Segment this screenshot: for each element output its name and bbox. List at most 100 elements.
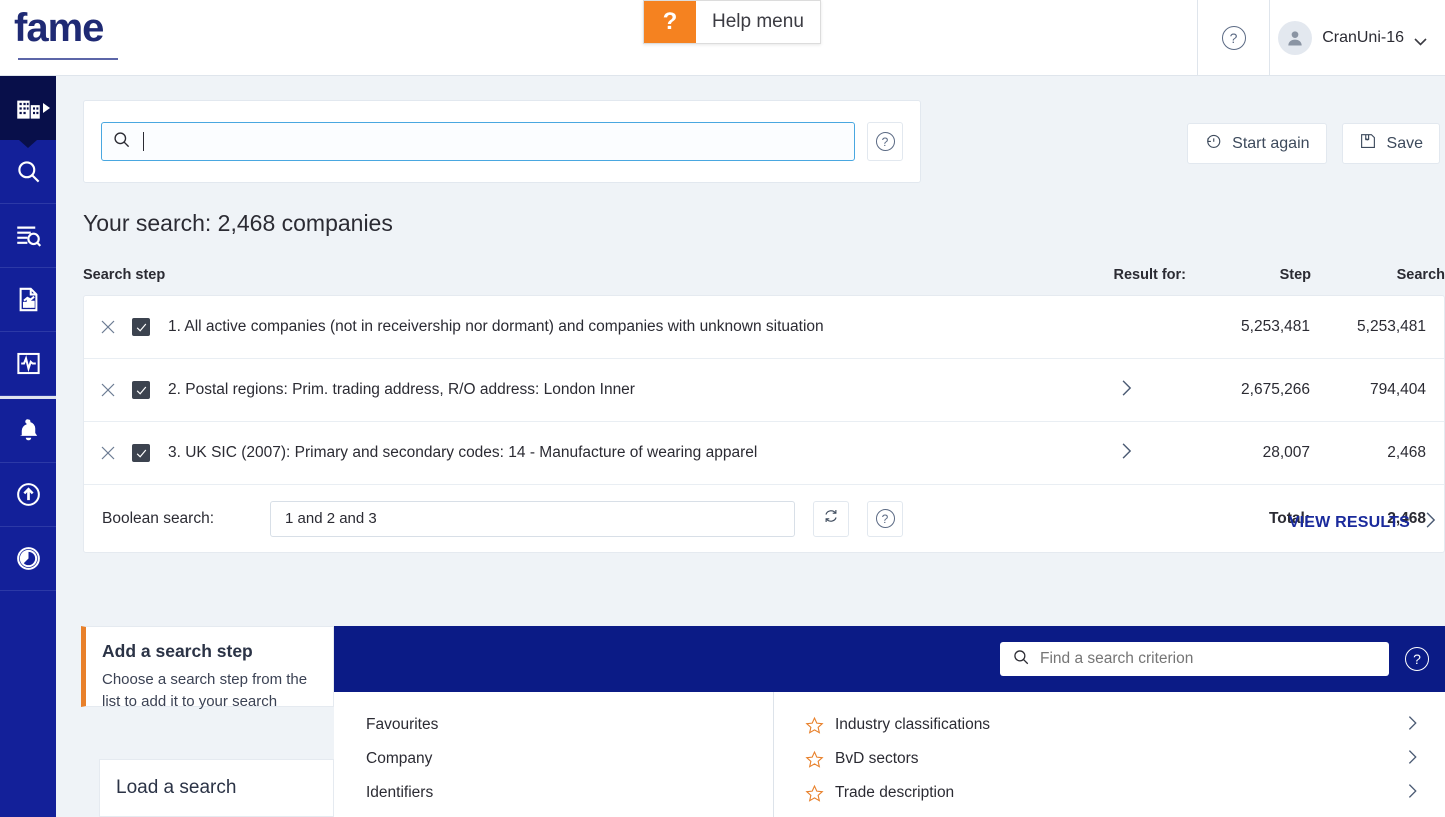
load-search-title: Load a search [116, 777, 236, 799]
column-header-step: Step [1186, 267, 1311, 283]
save-label: Save [1387, 135, 1423, 153]
sidebar-item-alerts[interactable] [0, 399, 56, 463]
category-label: Company [366, 750, 773, 768]
step-checkbox[interactable] [132, 381, 150, 399]
step-label: 2. Postal regions: Prim. trading address… [150, 381, 1067, 399]
search-help-button[interactable]: ? [867, 122, 903, 161]
list-item[interactable]: Industry classifications [774, 708, 1445, 742]
user-name: CranUni-16 [1322, 29, 1404, 47]
refresh-icon [822, 507, 840, 530]
criteria-lists: Favourites Company Identifiers Industry [334, 692, 1445, 817]
step-label: 1. All active companies (not in receiver… [150, 318, 1067, 336]
list-item[interactable]: Identifiers [334, 776, 773, 810]
help-menu-tooltip[interactable]: ? Help menu [643, 0, 821, 44]
refresh-boolean-button[interactable] [813, 501, 849, 537]
main-content: ? Start again Save Your search: 2,468 co… [56, 76, 1445, 817]
add-step-subtitle: Choose a search step from the list to ad… [102, 669, 317, 713]
chevron-right-icon [1420, 510, 1440, 535]
view-results-link[interactable]: VIEW RESULTS [1289, 510, 1440, 535]
sidebar-item-reports[interactable] [0, 268, 56, 332]
step-count: 28,007 [1185, 444, 1310, 462]
chevron-right-icon[interactable] [1403, 714, 1421, 737]
search-input[interactable] [144, 133, 844, 150]
step-count: 2,675,266 [1185, 381, 1310, 399]
add-search-step-section: Add a search step Choose a search step f… [81, 626, 1445, 817]
search-input-wrapper[interactable] [101, 122, 855, 161]
sidebar-item-upload[interactable] [0, 463, 56, 527]
search-icon [112, 130, 131, 154]
boolean-search-input[interactable] [270, 501, 795, 537]
header-help-button[interactable]: ? [1197, 0, 1270, 75]
criteria-panel: ? Favourites Company Identifiers [334, 626, 1445, 817]
subcategory-label: Trade description [835, 784, 1403, 802]
save-button[interactable]: Save [1342, 123, 1440, 164]
star-icon[interactable] [805, 716, 824, 735]
star-icon[interactable] [805, 750, 824, 769]
remove-step-button[interactable] [84, 444, 132, 462]
logo-underline [18, 58, 118, 60]
list-item[interactable]: BvD sectors [774, 742, 1445, 776]
step-checkbox[interactable] [132, 444, 150, 462]
help-circle-icon: ? [876, 509, 895, 528]
avatar [1278, 21, 1312, 55]
sidebar-item-search[interactable] [0, 140, 56, 204]
column-header-search: Search [1311, 267, 1445, 283]
top-actions: Start again Save [1187, 123, 1440, 164]
add-a-search-step-card: Add a search step Choose a search step f… [81, 626, 334, 707]
list-item[interactable]: Company [334, 742, 773, 776]
chevron-right-icon [1116, 378, 1136, 403]
list-item[interactable]: Favourites [334, 708, 773, 742]
question-mark-icon: ? [644, 1, 696, 43]
chevron-right-icon[interactable] [1403, 748, 1421, 771]
remove-step-button[interactable] [84, 318, 132, 336]
table-row: 1. All active companies (not in receiver… [84, 296, 1444, 359]
column-header-search-step: Search step [83, 267, 1068, 283]
table-header: Search step Result for: Step Search [83, 267, 1445, 283]
subcategory-label: BvD sectors [835, 750, 1403, 768]
list-item[interactable]: Trade description [774, 776, 1445, 810]
search-steps-table: 1. All active companies (not in receiver… [83, 295, 1445, 553]
sidebar-item-segmentation[interactable] [0, 527, 56, 591]
remove-step-button[interactable] [84, 381, 132, 399]
floppy-disk-icon [1359, 132, 1377, 155]
subcategory-label: Industry classifications [835, 716, 1403, 734]
fame-logo: fame [14, 6, 103, 51]
start-again-label: Start again [1232, 135, 1309, 153]
step-label: 3. UK SIC (2007): Primary and secondary … [150, 444, 1067, 462]
criteria-category-list: Favourites Company Identifiers [334, 692, 774, 817]
chevron-down-icon [1414, 33, 1427, 42]
left-sidebar [0, 76, 56, 817]
help-circle-icon: ? [876, 132, 895, 151]
app-header: fame ? Help menu ? CranUni-16 [0, 0, 1445, 76]
sidebar-item-list-search[interactable] [0, 204, 56, 268]
chevron-right-icon [1116, 441, 1136, 466]
table-row: 3. UK SIC (2007): Primary and secondary … [84, 422, 1444, 485]
result-for-expand-button[interactable] [1067, 441, 1185, 466]
search-count: 2,468 [1310, 444, 1444, 462]
sidebar-item-analysis[interactable] [0, 332, 56, 396]
sidebar-item-companies[interactable] [0, 76, 56, 140]
sidebar-expand-arrow[interactable] [43, 103, 50, 113]
page-title: Your search: 2,468 companies [83, 210, 393, 237]
column-header-result-for: Result for: [1068, 267, 1186, 283]
load-a-search-card[interactable]: Load a search [99, 759, 334, 817]
criterion-search-input[interactable] [1030, 650, 1377, 668]
category-label: Identifiers [366, 784, 773, 802]
star-icon[interactable] [805, 784, 824, 803]
view-results-label: VIEW RESULTS [1289, 514, 1410, 532]
chevron-right-icon[interactable] [1403, 782, 1421, 805]
step-checkbox[interactable] [132, 318, 150, 336]
table-row: 2. Postal regions: Prim. trading address… [84, 359, 1444, 422]
search-count: 794,404 [1310, 381, 1444, 399]
help-circle-icon: ? [1222, 26, 1246, 50]
boolean-help-button[interactable]: ? [867, 501, 903, 537]
category-label: Favourites [366, 716, 773, 734]
criterion-search-wrapper[interactable] [1000, 642, 1389, 676]
criteria-help-button[interactable]: ? [1405, 647, 1429, 671]
boolean-search-row: Boolean search: ? Total: 2,468 [84, 485, 1444, 552]
criteria-subcategory-list: Industry classifications BvD sectors [774, 692, 1445, 817]
search-icon [1012, 648, 1030, 671]
user-menu[interactable]: CranUni-16 [1278, 0, 1427, 75]
start-again-button[interactable]: Start again [1187, 123, 1326, 164]
result-for-expand-button[interactable] [1067, 378, 1185, 403]
